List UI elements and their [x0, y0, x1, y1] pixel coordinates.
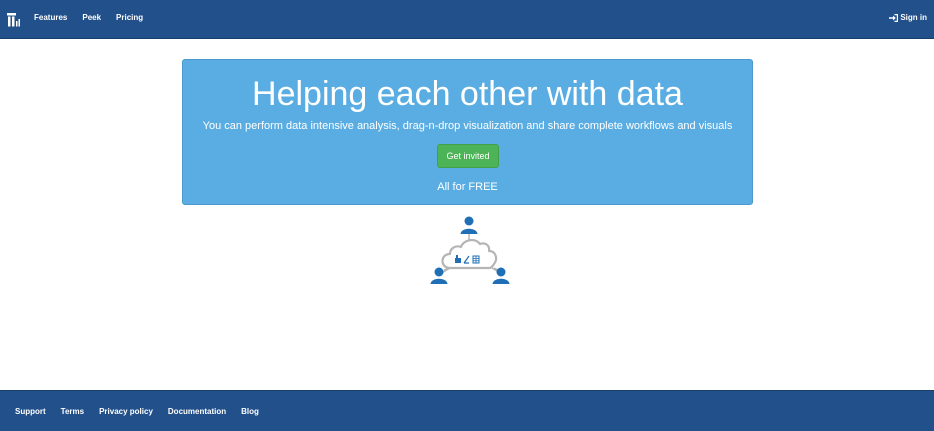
nav-link-pricing[interactable]: Pricing — [116, 13, 143, 22]
cloud-collaboration-icon — [430, 216, 510, 284]
sign-in-icon — [889, 13, 899, 22]
hero-tagline: All for FREE — [437, 181, 498, 193]
top-navbar: Features Peek Pricing Sign in — [0, 0, 934, 39]
hero-panel: Helping each other with data You can per… — [182, 59, 753, 205]
nav-link-peek[interactable]: Peek — [82, 13, 101, 22]
nav-link-features[interactable]: Features — [34, 13, 67, 22]
footer-link-support[interactable]: Support — [15, 407, 46, 416]
footer-link-terms[interactable]: Terms — [61, 407, 84, 416]
hero-subtitle: You can perform data intensive analysis,… — [202, 120, 733, 132]
get-invited-button[interactable]: Get invited — [437, 144, 499, 168]
sign-in-link[interactable]: Sign in — [889, 13, 927, 22]
sign-in-label: Sign in — [900, 13, 927, 22]
footer-bar: Support Terms Privacy policy Documentati… — [0, 390, 934, 431]
footer-link-blog[interactable]: Blog — [241, 407, 259, 416]
bar-logo-icon[interactable] — [7, 13, 21, 27]
footer-link-documentation[interactable]: Documentation — [168, 407, 226, 416]
hero-title: Helping each other with data — [252, 75, 683, 113]
footer-link-privacy-policy[interactable]: Privacy policy — [99, 407, 153, 416]
